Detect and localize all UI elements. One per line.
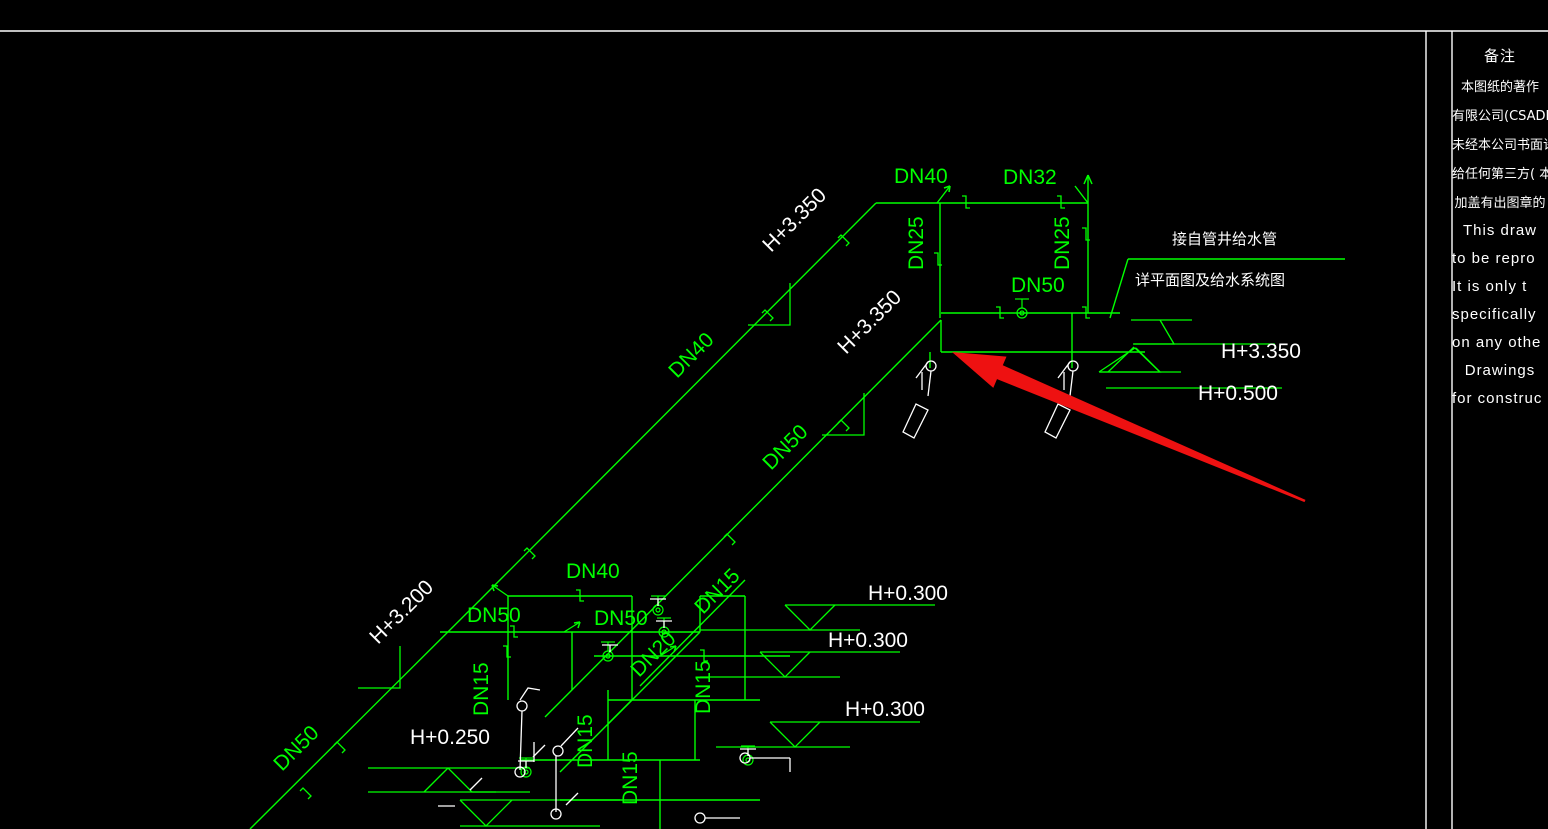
- notes-cn-lines: 本图纸的著作有限公司(CSADI 未经本公司书面许给任何第三方( 本公加盖有出图章…: [1452, 76, 1548, 211]
- pipe-label: DN40: [566, 560, 620, 583]
- notes-en-line: This draw: [1462, 222, 1538, 239]
- pipe-label: DN15: [470, 662, 493, 716]
- fixture-symbols[interactable]: [438, 360, 1079, 824]
- elevation-label: H+3.200: [365, 576, 438, 649]
- elevation-label: H+3.350: [1221, 340, 1301, 363]
- pipe-label: DN50: [269, 721, 323, 775]
- annotation-arrow: [952, 352, 1306, 503]
- elevation-label: H+3.350: [758, 184, 831, 257]
- notes-cn-line: 未经本公司书面许: [1452, 138, 1548, 153]
- cad-viewport[interactable]: DN40 DN32 DN50 DN25 DN25 DN40 DN50 DN50 DN50 DN40…: [0, 0, 1548, 829]
- pipe-label: DN25: [1051, 216, 1074, 270]
- pipe-label-layer: DN40 DN32 DN50 DN25 DN25 DN40 DN50 DN50 DN50 DN40…: [269, 165, 1074, 805]
- notes-en-line: specifically: [1452, 306, 1537, 323]
- cad-drawing-canvas[interactable]: DN40 DN32 DN50 DN25 DN25 DN40 DN50 DN50 DN50 DN40…: [0, 0, 1548, 829]
- notes-en-line: It is only t: [1452, 278, 1528, 295]
- pipe-label: DN50: [594, 607, 648, 630]
- elevation-label: H+0.300: [845, 698, 925, 721]
- pipe-label: DN25: [905, 216, 928, 270]
- pipe-label: DN15: [690, 564, 744, 618]
- pipe-label: DN15: [692, 660, 715, 714]
- elevation-label: H+0.500: [1198, 382, 1278, 405]
- notes-panel-title: 备注: [1483, 47, 1516, 65]
- notes-en-line: on any othe: [1452, 334, 1542, 351]
- elevation-label: H+3.350: [833, 286, 906, 359]
- drawing-frame: [0, 30, 1548, 829]
- elevation-label-layer: H+3.350H+3.350H+3.200H+3.350H+0.500H+0.3…: [365, 184, 1301, 749]
- notes-cn-line: 有限公司(CSADI: [1452, 109, 1548, 124]
- notes-cn-line: 加盖有出图章的: [1454, 196, 1546, 211]
- notes-panel: 备注 本图纸的著作有限公司(CSADI 未经本公司书面许给任何第三方( 本公加盖有…: [1452, 31, 1548, 829]
- pipe-label: DN32: [1003, 166, 1057, 189]
- pipe-label: DN40: [664, 328, 718, 382]
- pipe-label: DN40: [894, 165, 948, 188]
- notes-en-line: to be repro: [1452, 250, 1536, 267]
- elevation-label: H+0.300: [868, 582, 948, 605]
- pipe-label: DN50: [758, 420, 812, 474]
- elevation-label: H+0.250: [410, 726, 490, 749]
- pipe-label: DN15: [619, 751, 642, 805]
- notes-cn-line: 本图纸的著作: [1460, 80, 1539, 95]
- pipe-label: DN50: [1011, 274, 1065, 297]
- notes-en-line: Drawings: [1464, 362, 1536, 379]
- leader-note: 接自管井给水管: [1172, 230, 1277, 248]
- elevation-label: H+0.300: [828, 629, 908, 652]
- notes-cn-line: 给任何第三方( 本公: [1452, 167, 1548, 182]
- pipe-label: DN15: [574, 714, 597, 768]
- notes-en-lines: This draw to be repro It is only t specific…: [1452, 222, 1548, 407]
- notes-en-line: for construc: [1452, 390, 1543, 407]
- leader-note: 详平面图及给水系统图: [1135, 271, 1285, 289]
- pipe-label: DN50: [467, 604, 521, 627]
